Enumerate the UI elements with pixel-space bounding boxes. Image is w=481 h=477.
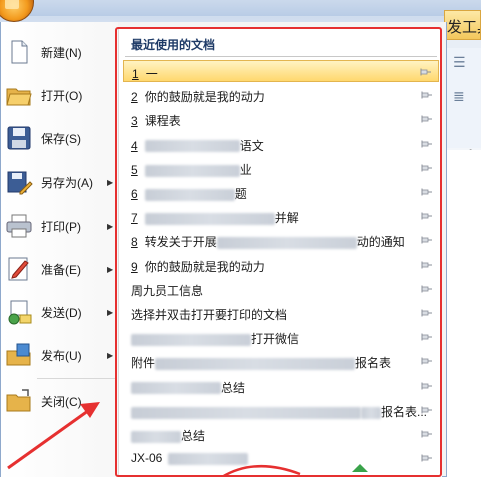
annotation-arrow-icon <box>7 402 368 477</box>
